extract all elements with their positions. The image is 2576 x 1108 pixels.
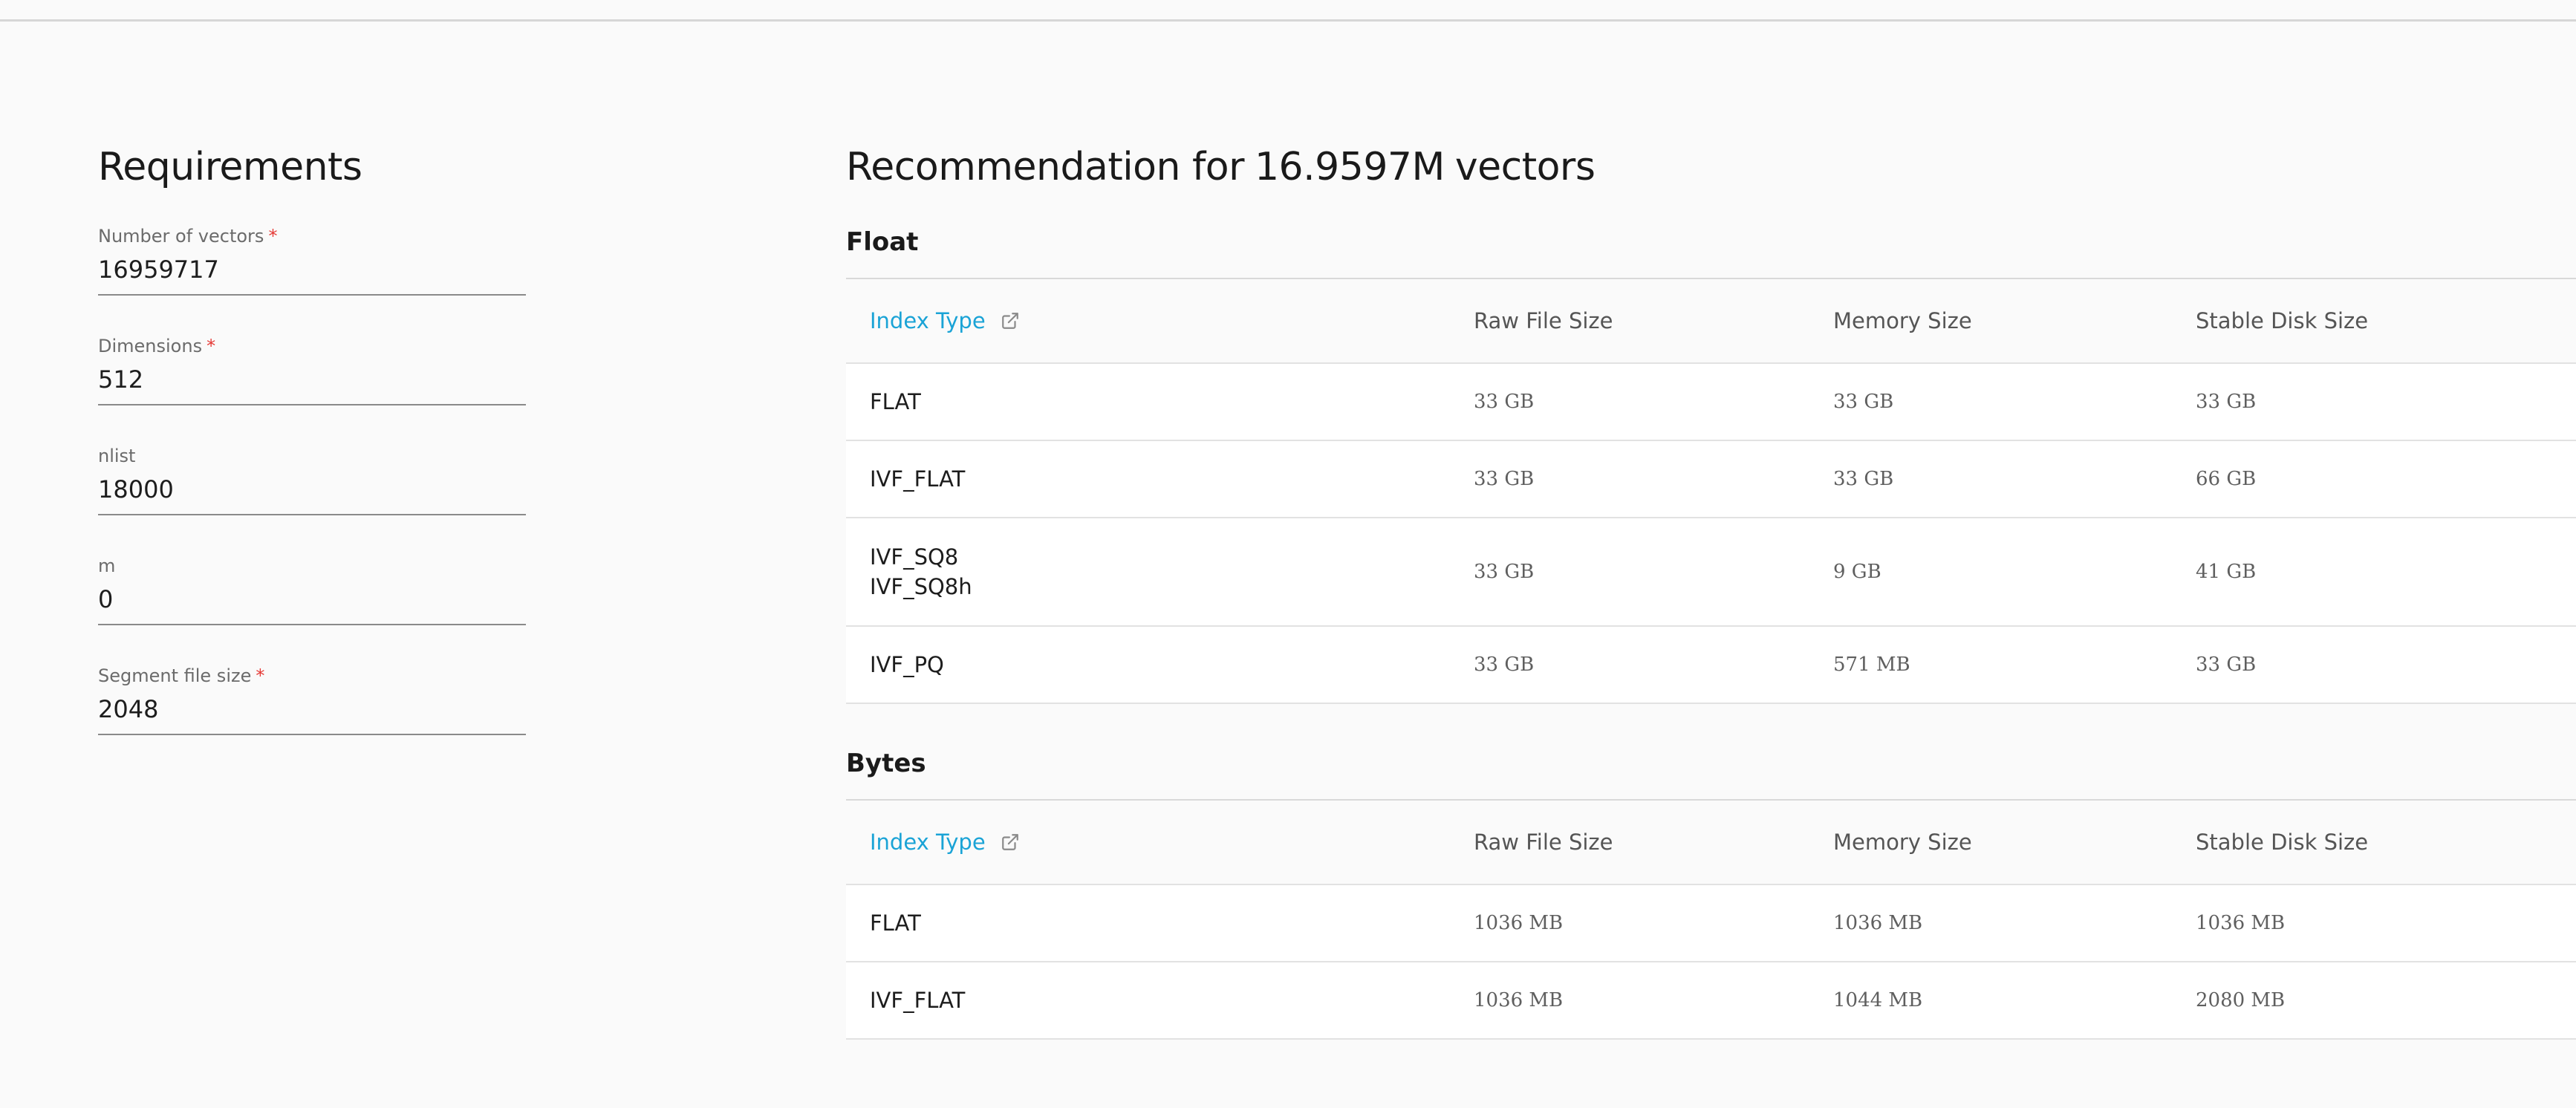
memory-size-cell: 1044 MB [1833, 989, 1923, 1011]
nlist-input[interactable] [98, 471, 526, 515]
memory-size-cell: 33 GB [1833, 468, 1894, 490]
external-link-icon [1001, 834, 1018, 850]
raw-file-size-cell: 33 GB [1474, 654, 1535, 676]
field-label: Segment file size * [98, 665, 265, 686]
field-nlist: nlist [98, 444, 526, 554]
requirements-fields: Number of vectors* Dimensions* nlist m S… [98, 224, 526, 774]
raw-file-size-cell: 1036 MB [1474, 989, 1564, 1011]
recommendation-panel: Recommendation for 16.9597M vectors Float … [846, 141, 2576, 1040]
bytes-table: Index Type Raw File Size Memory Size Sta… [846, 799, 2576, 1040]
field-label: Number of vectors * [98, 226, 278, 247]
index-type-cell: IVF_PQ [870, 652, 944, 677]
raw-file-size-cell: 1036 MB [1474, 912, 1564, 934]
float-section-title: Float [846, 227, 919, 257]
field-label: nlist [98, 446, 136, 466]
table-row: FLAT 33 GB 33 GB 33 GB [846, 364, 2576, 441]
raw-file-size-cell: 33 GB [1474, 468, 1535, 490]
memory-size-header: Memory Size [1833, 830, 1972, 855]
required-marker: * [268, 226, 278, 247]
table-row: IVF_FLAT 33 GB 33 GB 66 GB [846, 441, 2576, 518]
stable-disk-size-header: Stable Disk Size [2196, 308, 2369, 333]
required-marker: * [256, 665, 265, 686]
index-type-header-link[interactable]: Index Type [846, 830, 1450, 855]
stable-disk-size-cell: 33 GB [2196, 654, 2257, 676]
index-type-header-label: Index Type [870, 830, 986, 855]
requirements-title: Requirements [98, 145, 362, 189]
external-link-icon [1001, 313, 1018, 329]
memory-size-cell: 9 GB [1833, 561, 1881, 583]
index-type-header-label: Index Type [870, 308, 986, 333]
stable-disk-size-cell: 33 GB [2196, 391, 2257, 413]
index-type-cell: IVF_FLAT [870, 988, 966, 1013]
index-type-cell: FLAT [870, 910, 921, 936]
memory-size-cell: 571 MB [1833, 654, 1910, 676]
field-label: Dimensions * [98, 336, 216, 356]
recommendation-title: Recommendation for 16.9597M vectors [846, 145, 1596, 189]
index-type-header-link[interactable]: Index Type [846, 308, 1450, 333]
stable-disk-size-cell: 66 GB [2196, 468, 2257, 490]
top-divider [0, 0, 2576, 22]
table-row: IVF_PQ 33 GB 571 MB 33 GB [846, 627, 2576, 704]
index-type-cell: IVF_FLAT [870, 466, 966, 492]
stable-disk-size-cell: 41 GB [2196, 561, 2257, 583]
raw-file-size-header: Raw File Size [1474, 308, 1613, 333]
table-header-row: Index Type Raw File Size Memory Size Sta… [846, 801, 2576, 885]
field-m: m [98, 554, 526, 664]
raw-file-size-header: Raw File Size [1474, 830, 1613, 855]
requirements-panel: Requirements Number of vectors* Dimensio… [98, 141, 526, 774]
stable-disk-size-header: Stable Disk Size [2196, 830, 2369, 855]
table-row: FLAT 1036 MB 1036 MB 1036 MB [846, 885, 2576, 962]
memory-size-header: Memory Size [1833, 308, 1972, 333]
field-segment-file-size: Segment file size * [98, 664, 526, 774]
table-row: IVF_FLAT 1036 MB 1044 MB 2080 MB [846, 962, 2576, 1040]
stable-disk-size-cell: 1036 MB [2196, 912, 2286, 934]
m-input[interactable] [98, 581, 526, 625]
field-label: m [98, 555, 116, 576]
field-dimensions: Dimensions * [98, 334, 526, 444]
raw-file-size-cell: 33 GB [1474, 391, 1535, 413]
memory-size-cell: 33 GB [1833, 391, 1894, 413]
bytes-section-title: Bytes [846, 749, 926, 778]
table-header-row: Index Type Raw File Size Memory Size Sta… [846, 279, 2576, 364]
field-number-of-vectors: Number of vectors * [98, 224, 526, 334]
stable-disk-size-cell: 2080 MB [2196, 989, 2286, 1011]
index-type-cell: IVF_SQ8 IVF_SQ8h [870, 544, 972, 599]
raw-file-size-cell: 33 GB [1474, 561, 1535, 583]
float-table: Index Type Raw File Size Memory Size Sta… [846, 278, 2576, 704]
number-of-vectors-input[interactable] [98, 251, 526, 296]
table-row: IVF_SQ8 IVF_SQ8h 33 GB 9 GB 41 GB [846, 518, 2576, 627]
index-type-cell: FLAT [870, 389, 921, 414]
vector-count: 16.9597M [1254, 145, 1445, 189]
dimensions-input[interactable] [98, 361, 526, 405]
memory-size-cell: 1036 MB [1833, 912, 1923, 934]
required-marker: * [206, 336, 216, 356]
segment-file-size-input[interactable] [98, 691, 526, 735]
